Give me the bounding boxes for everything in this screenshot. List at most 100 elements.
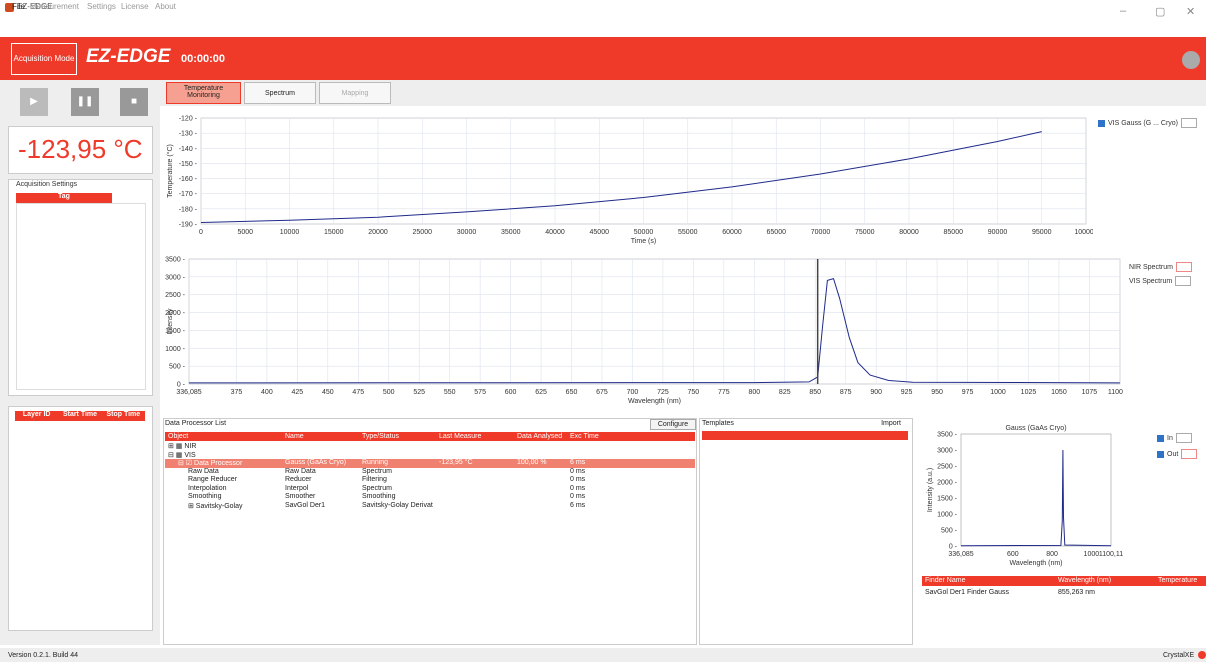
configure-button[interactable]: Configure (650, 419, 696, 430)
checkbox-icon[interactable] (1157, 450, 1164, 458)
x-tick-label: 1025 (1021, 389, 1037, 396)
x-tick-label: 425 (292, 389, 304, 396)
x-tick-label: 600 (505, 389, 517, 396)
x-tick-label: 775 (718, 389, 730, 396)
checkbox-icon[interactable] (1157, 434, 1164, 442)
tab-bar (160, 80, 1206, 106)
col-last-measure: Last Measure (439, 433, 482, 440)
x-tick-label: 5000 (237, 229, 253, 236)
table-cell: -123,95 °C (439, 459, 473, 466)
tab-mapping[interactable]: Mapping (319, 82, 391, 104)
y-tick-label: -150 - (179, 161, 198, 168)
checkbox-icon[interactable] (1098, 119, 1105, 127)
spectrum-chart-panel: 336,085 375 400 425 450 475 500 525 550 575 600 625… (163, 254, 1204, 412)
table-cell: 100,00 % (517, 459, 547, 466)
play-button[interactable]: ▶ (20, 88, 48, 116)
version-label: Version 0.2.1. Build 44 (8, 652, 79, 659)
legend-out[interactable]: Out (1157, 449, 1198, 459)
y-tick-label: 500 - (169, 364, 186, 371)
col-data-analysed: Data Analysed (517, 433, 563, 440)
line-style-icon (1181, 118, 1198, 128)
table-cell: Smoother (285, 493, 316, 500)
x-tick-label: 25000 (413, 229, 433, 236)
col-type: Type/Status (362, 433, 399, 440)
temperature-readout: -123,95 °C (18, 134, 143, 164)
x-tick-label: 575 (474, 389, 486, 396)
x-tick-label: 90000 (988, 229, 1008, 236)
x-tick-label: 80000 (899, 229, 919, 236)
table-cell: Interpol (285, 484, 309, 492)
table-cell: Gauss (GaAs Cryo) (285, 459, 347, 466)
table-cell: 0 ms (570, 467, 586, 475)
table-cell: Smoothing (362, 493, 396, 500)
temperature-chart: 0 5000 10000 15000 20000 25000 30000 35000 40000… (166, 116, 1098, 246)
finder-row-name[interactable]: SavGol Der1 Finder Gauss (925, 589, 1009, 596)
table-cell: Range Reducer (188, 476, 238, 483)
x-tick-label: 950 (931, 389, 943, 396)
x-tick-label: 45000 (590, 229, 610, 236)
table-cell: Spectrum (362, 467, 392, 475)
y-tick-label: 3500 - (937, 432, 958, 439)
tag-list[interactable] (16, 203, 146, 390)
stop-button[interactable]: ■ (120, 88, 148, 116)
legend-nir[interactable]: NIR Spectrum (1129, 262, 1192, 272)
menu-file[interactable]: File (12, 2, 25, 11)
gear-icon[interactable] (1182, 51, 1200, 69)
y-tick-label: 2000 - (937, 480, 958, 487)
y-tick-label: 3500 - (165, 257, 186, 264)
x-tick-label: 50000 (634, 229, 654, 236)
data-processor-title: Data Processor List (165, 420, 227, 427)
tab-spectrum[interactable]: Spectrum (244, 82, 316, 104)
menu-license[interactable]: License (121, 2, 149, 11)
pause-button[interactable]: ❚❚ (71, 88, 99, 116)
finder-header: Finder Name Wavelength (nm) Temperature (922, 576, 1206, 586)
menu-settings[interactable]: Settings (87, 2, 116, 11)
x-tick-label: 525 (413, 389, 425, 396)
y-tick-label: 2500 - (937, 464, 958, 471)
menu-measurement[interactable]: Measurement (30, 2, 79, 11)
maximize-button[interactable]: ▢ (1155, 5, 1165, 18)
legend-vis-gauss[interactable]: VIS Gauss (G ... Cryo) (1098, 118, 1198, 128)
table-cell: ⊟ ▦ VIS (168, 451, 196, 459)
table-cell: 0 ms (570, 484, 586, 492)
line-style-icon (1175, 262, 1192, 272)
x-tick-label: 725 (657, 389, 669, 396)
table-row[interactable]: ⊞ Savitsky-Golay SavGol Der1 Savitsky-Gola… (165, 502, 695, 511)
y-tick-label: 500 - (941, 528, 958, 535)
acquisition-mode-button[interactable]: Acquisition Mode (11, 43, 77, 75)
legend-in[interactable]: In (1157, 433, 1192, 443)
x-tick-label: 10000 (280, 229, 300, 236)
legend-vis[interactable]: VIS Spectrum (1129, 276, 1192, 286)
x-tick-label: 750 (688, 389, 700, 396)
import-button[interactable]: Import (872, 419, 910, 430)
table-cell: 6 ms (570, 501, 586, 509)
x-tick-label: 800 (1046, 551, 1058, 558)
x-tick-label: 55000 (678, 229, 698, 236)
x-tick-label: 20000 (368, 229, 388, 236)
table-cell: Savitsky-Golay Derivat (362, 501, 433, 509)
temperature-chart-panel: 0 5000 10000 15000 20000 25000 30000 35000 40000… (163, 112, 1204, 251)
menu-about[interactable]: About (155, 2, 176, 11)
x-tick-label: 475 (352, 389, 364, 396)
x-tick-label: 1100,11 (1108, 389, 1123, 396)
templates-panel (699, 418, 913, 645)
tab-temperature-monitoring[interactable]: Temperature Monitoring (166, 82, 241, 104)
x-tick-label: 900 (870, 389, 882, 396)
x-tick-label: 375 (231, 389, 243, 396)
minimize-button[interactable]: – (1120, 5, 1126, 17)
data-processor-header: Object Name Type/Status Last Measure Dat… (165, 432, 695, 441)
x-tick-label: 1100,11 (1099, 551, 1123, 558)
y-tick-label: 0 - (949, 544, 958, 551)
legend-label: In (1167, 434, 1173, 442)
table-cell: Running (362, 459, 389, 466)
x-tick-label: 675 (596, 389, 608, 396)
table-cell: Interpolation (188, 484, 227, 492)
y-tick-label: 1000 - (165, 346, 186, 353)
finder-row-wavelength: 855,263 nm (1058, 589, 1095, 596)
close-button[interactable]: ✕ (1186, 5, 1195, 18)
table-cell: 6 ms (570, 459, 586, 466)
col-object: Object (168, 433, 189, 440)
x-tick-label: 925 (901, 389, 913, 396)
x-tick-label: 550 (444, 389, 456, 396)
x-tick-label: 1075 (1082, 389, 1098, 396)
